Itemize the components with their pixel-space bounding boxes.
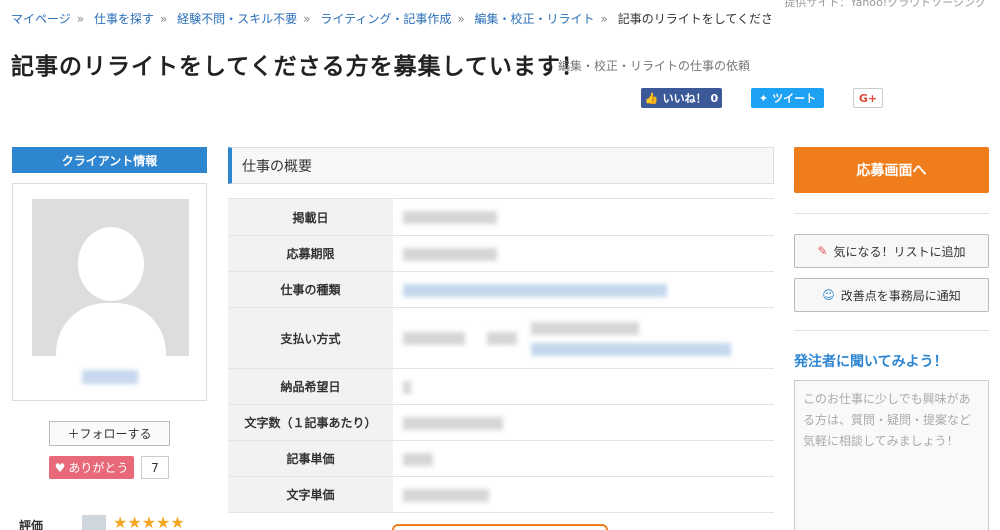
thanks-button[interactable]: ♥ ありがとう — [49, 456, 134, 479]
client-card — [12, 183, 207, 401]
rating-stars: ★★★★★ — [113, 513, 185, 530]
facebook-like-button[interactable]: 👍 いいね！ 0 — [641, 88, 722, 108]
page-title: 記事のリライトをしてくださる方を募集しています！ — [11, 54, 585, 80]
table-row: 納品希望日 — [228, 368, 774, 405]
ask-title: 発注者に聞いてみよう！ — [794, 354, 948, 370]
breadcrumb-writing[interactable]: ライティング・記事作成 — [320, 12, 451, 26]
divider — [794, 213, 989, 214]
divider — [794, 330, 989, 331]
client-info-header: クライアント情報 — [12, 147, 207, 173]
page-subtitle[interactable]: 編集・校正・リライトの仕事の依頼 — [558, 57, 750, 74]
redacted-value — [403, 211, 497, 224]
redacted-value — [531, 342, 731, 356]
breadcrumb-current: 記事のリライトをしてくださる方を募集し… — [617, 12, 771, 26]
avatar[interactable] — [32, 199, 189, 356]
thanks-count: 7 — [141, 456, 169, 479]
breadcrumb-sep-icon: » — [76, 12, 85, 26]
follow-button[interactable]: ＋フォローする — [49, 421, 170, 446]
redacted-value — [403, 452, 433, 466]
summary-table: 掲載日 応募期限 仕事の種類 支払い方式 納品希望日 文字数（１記事あたり） 記… — [228, 198, 774, 513]
bookmark-button[interactable]: ✎ 気になる！リストに追加 — [794, 234, 989, 268]
breadcrumb-mypage[interactable]: マイページ — [11, 12, 71, 26]
row-label: 納品希望日 — [228, 368, 393, 405]
breadcrumb: マイページ » 仕事を探す » 経験不問・スキル不要 » ライティング・記事作成 » 編… — [11, 10, 771, 27]
redacted-value — [403, 247, 497, 261]
heart-icon: ♥ — [54, 460, 66, 475]
table-row: 記事単価 — [228, 440, 774, 477]
row-label: 記事単価 — [228, 440, 393, 477]
avatar-body — [56, 303, 166, 356]
pin-icon: ✎ — [817, 244, 828, 258]
redacted-value — [531, 321, 639, 335]
redacted-value — [487, 331, 517, 345]
table-row: 支払い方式 — [228, 307, 774, 369]
rating-badge — [82, 515, 106, 530]
table-row: 掲載日 — [228, 198, 774, 236]
gplus-button[interactable]: G+ — [853, 88, 883, 108]
apply-button-bottom[interactable] — [392, 524, 608, 530]
row-label: 掲載日 — [228, 198, 393, 236]
redacted-link[interactable] — [403, 283, 667, 297]
provider-text: 提供サイト：Yahoo!クラウドソーシング — [784, 0, 986, 9]
breadcrumb-sep-icon: » — [303, 12, 311, 26]
smiley-icon: ☺ — [822, 288, 835, 302]
redacted-value — [403, 380, 411, 394]
breadcrumb-sep-icon: » — [600, 12, 608, 26]
redacted-value — [403, 416, 503, 430]
client-name-redacted[interactable] — [82, 370, 138, 384]
breadcrumb-find-job[interactable]: 仕事を探す — [94, 12, 154, 26]
table-row: 仕事の種類 — [228, 271, 774, 308]
row-label: 文字単価 — [228, 476, 393, 513]
row-label: 応募期限 — [228, 235, 393, 272]
table-row: 文字単価 — [228, 476, 774, 513]
redacted-value — [403, 331, 465, 345]
apply-button[interactable]: 応募画面へ — [794, 147, 989, 193]
breadcrumb-sep-icon: » — [457, 12, 465, 26]
breadcrumb-no-experience[interactable]: 経験不問・スキル不要 — [177, 12, 297, 26]
avatar-head — [78, 227, 144, 301]
report-button[interactable]: ☺ 改善点を事務局に通知 — [794, 278, 989, 312]
table-row: 文字数（１記事あたり） — [228, 404, 774, 441]
twitter-bird-icon: ✦ — [758, 91, 769, 105]
row-label: 支払い方式 — [228, 307, 393, 369]
rating-label: 評価 — [19, 519, 44, 530]
redacted-value — [403, 488, 489, 502]
row-label: 文字数（１記事あたり） — [228, 404, 393, 441]
table-row: 応募期限 — [228, 235, 774, 272]
thumbs-up-icon: 👍 — [644, 91, 659, 105]
breadcrumb-editing[interactable]: 編集・校正・リライト — [475, 12, 595, 26]
row-label: 仕事の種類 — [228, 271, 393, 308]
tweet-button[interactable]: ✦ ツイート — [751, 88, 824, 108]
summary-header: 仕事の概要 — [228, 147, 774, 184]
breadcrumb-sep-icon: » — [159, 12, 168, 26]
question-textarea[interactable]: このお仕事に少しでも興味がある方は、質問・疑問・提案など気軽に相談してみましょう… — [794, 380, 989, 530]
